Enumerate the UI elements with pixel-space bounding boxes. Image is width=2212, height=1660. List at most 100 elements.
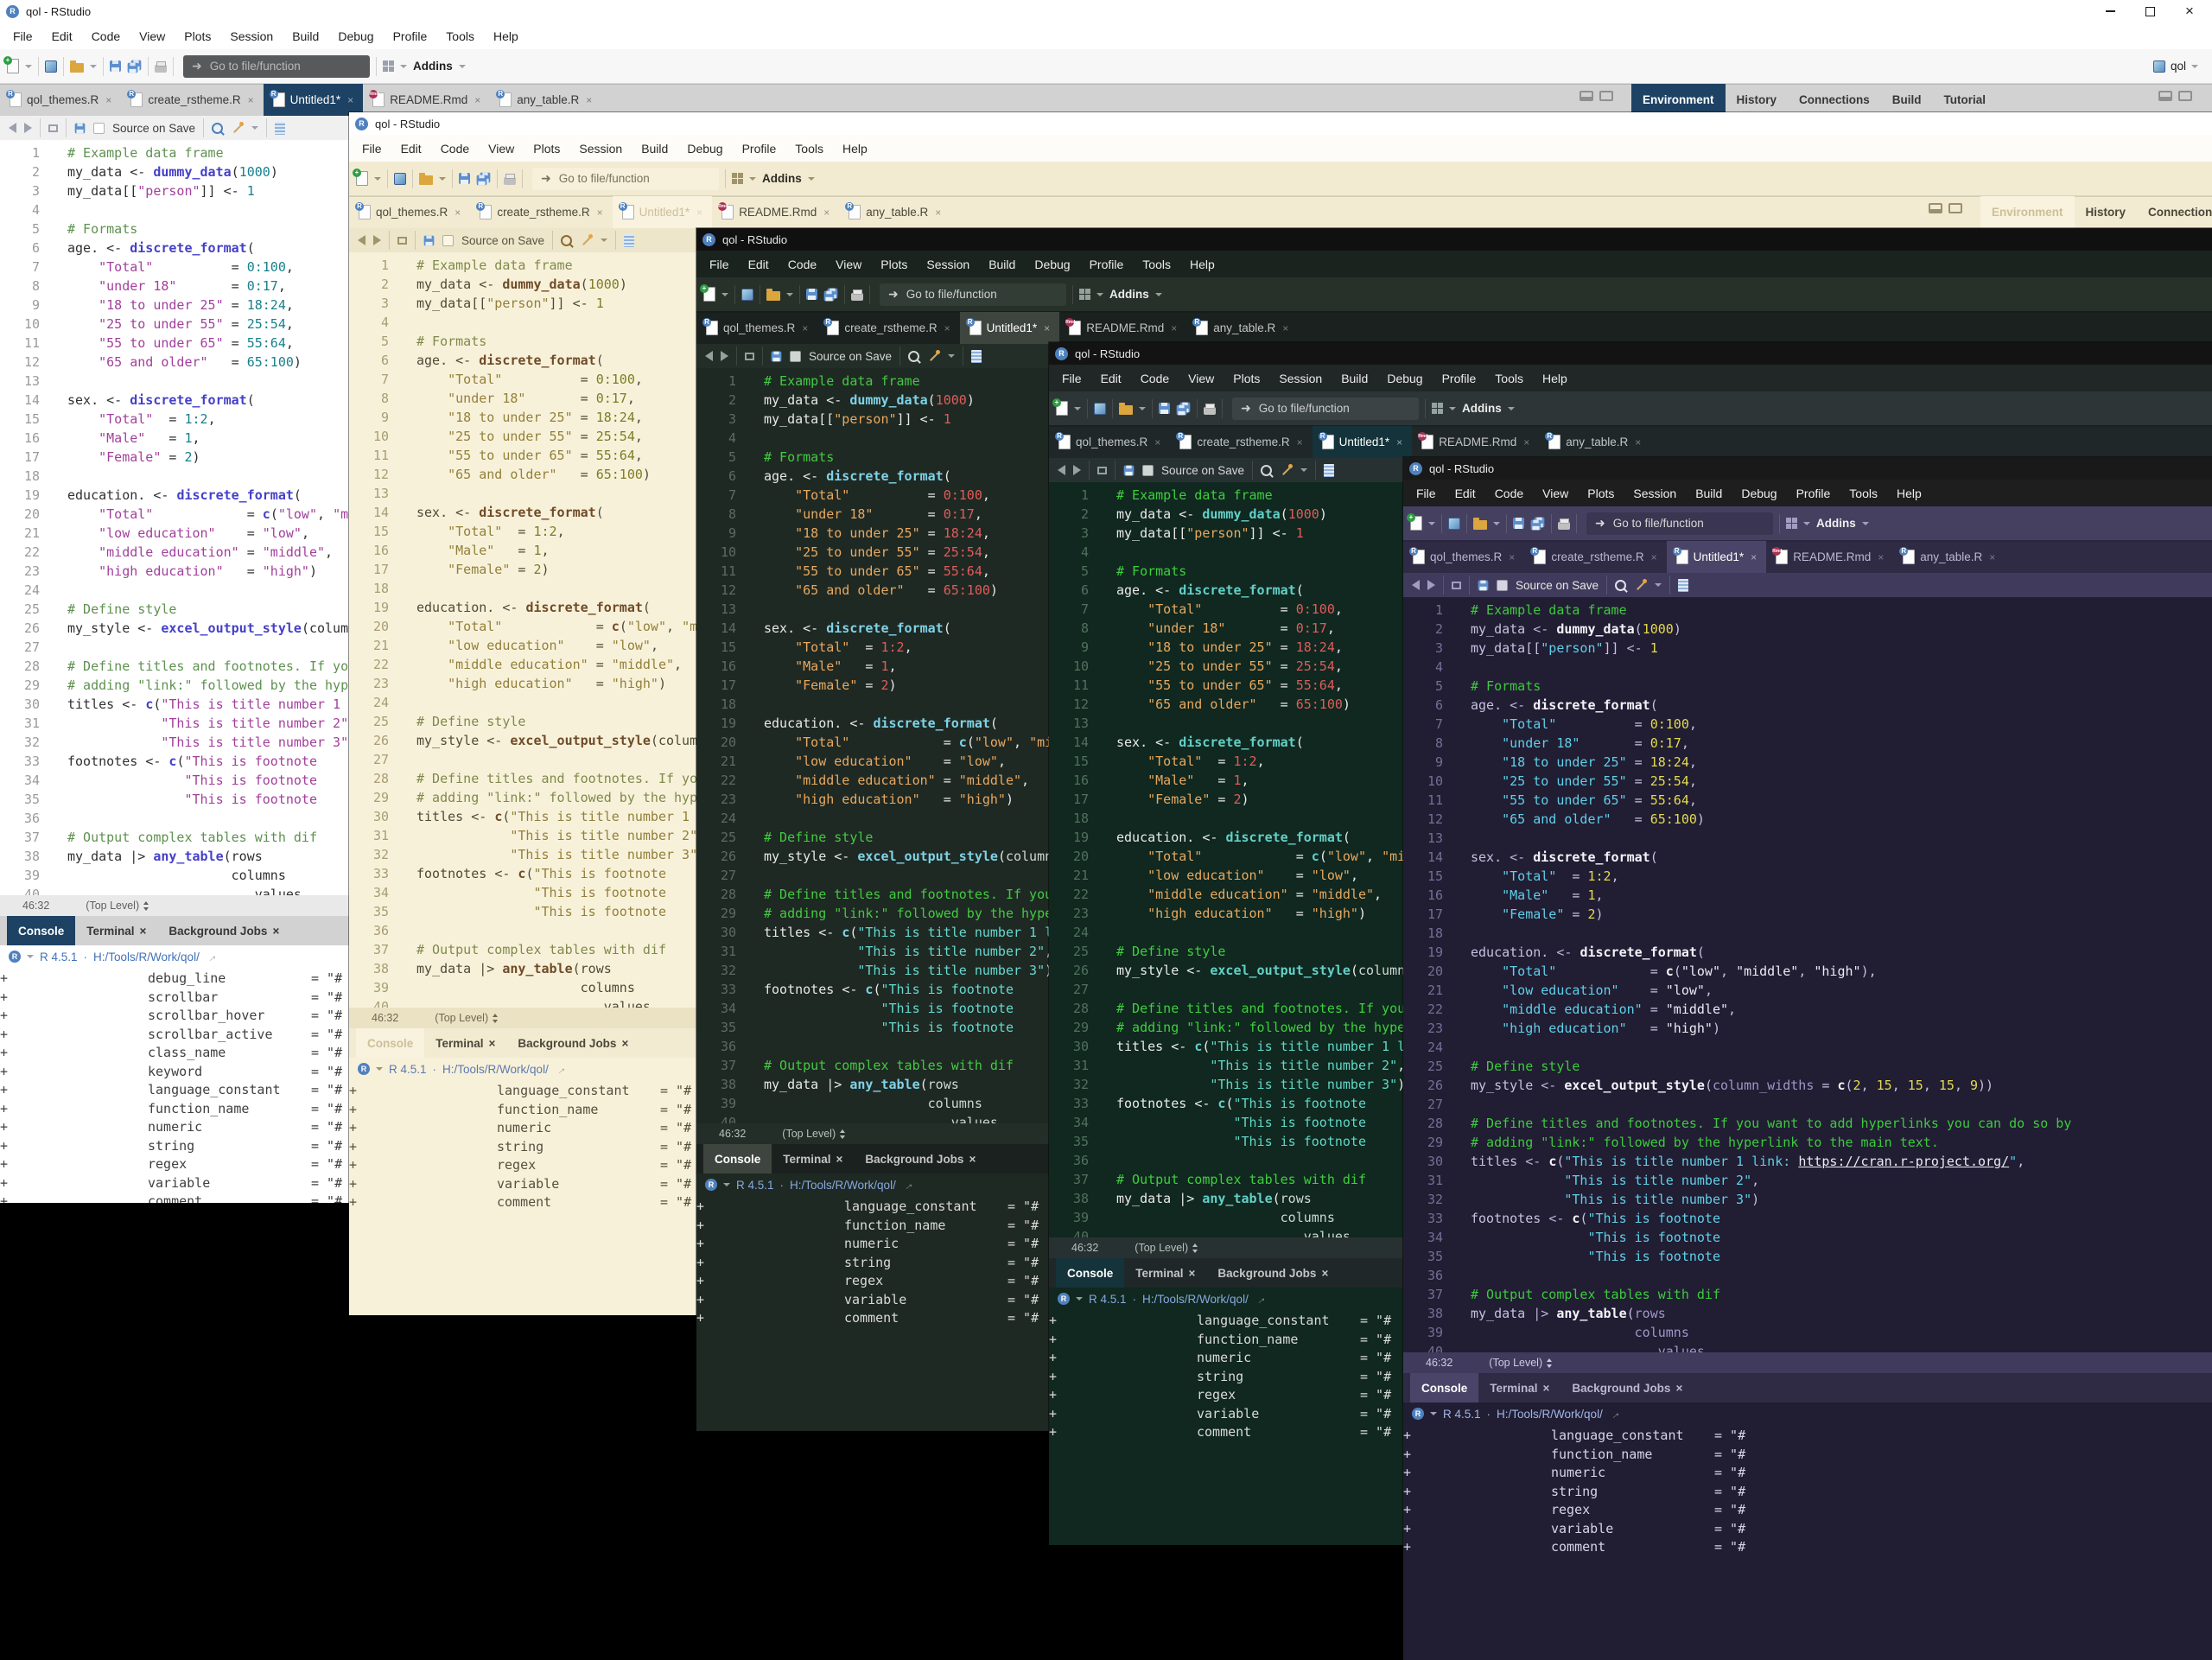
tab-background-jobs[interactable]: Background Jobs× [1206,1258,1339,1288]
new-file-button[interactable]: + [703,287,715,302]
tab-close-icon[interactable]: × [1751,551,1757,563]
addins-button[interactable]: Addins [413,60,453,73]
tab-close-icon[interactable]: × [836,1153,843,1166]
save-button[interactable] [1513,518,1524,529]
menu-item-debug[interactable]: Debug [1025,251,1079,277]
tab-close-icon[interactable]: × [935,207,941,219]
menu-item-edit[interactable]: Edit [391,135,431,162]
menu-item-file[interactable]: File [3,22,42,49]
back-button[interactable] [1412,580,1420,590]
menu-item-view[interactable]: View [1179,365,1224,391]
goto-file-function-input[interactable]: ➜Go to file/function [1586,512,1773,535]
tab-creatersthemer[interactable]: Rcreate_rstheme.R× [1524,541,1666,573]
menu-item-file[interactable]: File [1407,480,1446,506]
tab-environment[interactable]: Environment [1980,196,2075,228]
menu-item-profile[interactable]: Profile [1433,365,1486,391]
show-in-new-window-button[interactable] [1097,467,1107,474]
open-file-button[interactable] [70,63,84,73]
tab-history[interactable]: History [1726,84,1789,116]
addins-button[interactable]: Addins [1462,402,1502,415]
menu-item-help[interactable]: Help [484,22,528,49]
goto-file-function-input[interactable]: ➜Go to file/function [880,283,1066,306]
find-replace-button[interactable] [561,235,572,246]
source-on-save-checkbox[interactable] [1142,465,1154,476]
scope-selector[interactable]: (Top Level) [1489,1357,1553,1369]
addins-button[interactable]: Addins [1109,288,1149,301]
menu-item-tools[interactable]: Tools [1485,365,1533,391]
tab-anytabler[interactable]: Rany_table.R× [1186,312,1298,344]
new-file-button[interactable]: + [1410,516,1422,531]
tab-anytabler[interactable]: Rany_table.R× [839,196,950,228]
tab-close-icon[interactable]: × [1171,322,1177,334]
tab-background-jobs[interactable]: Background Jobs× [157,916,290,945]
tab-close-icon[interactable]: × [1297,436,1303,448]
open-file-button[interactable] [1473,520,1487,530]
menu-item-build[interactable]: Build [1332,365,1377,391]
goto-file-function-input[interactable]: ➜Go to file/function [1232,398,1419,420]
menu-item-profile[interactable]: Profile [733,135,786,162]
pane-maximize-button[interactable] [2178,91,2192,101]
tab-background-jobs[interactable]: Background Jobs× [506,1028,639,1058]
show-in-new-window-button[interactable] [48,124,58,132]
new-file-button[interactable]: + [356,171,368,186]
menu-item-profile[interactable]: Profile [384,22,437,49]
pane-maximize-button[interactable] [1599,91,1613,101]
tab-terminal[interactable]: Terminal× [424,1028,506,1058]
tab-close-icon[interactable]: × [696,207,702,219]
source-on-save-checkbox[interactable] [442,235,454,246]
tab-readmermd[interactable]: RmdREADME.Rmd× [1412,426,1539,458]
show-in-new-window-button[interactable] [397,237,407,245]
tab-console[interactable]: Console [703,1144,772,1173]
tab-close-icon[interactable]: × [1321,1267,1328,1280]
pane-minimize-button[interactable] [2158,91,2172,101]
tab-close-icon[interactable]: × [105,94,111,106]
scope-selector[interactable]: (Top Level) [86,900,149,912]
tab-console[interactable]: Console [356,1028,424,1058]
menu-item-code[interactable]: Code [431,135,479,162]
tab-connections[interactable]: Connections [1788,84,1881,116]
save-source-button[interactable] [1124,465,1135,475]
tab-build[interactable]: Build [1881,84,1933,116]
tab-close-icon[interactable]: × [944,322,950,334]
back-button[interactable] [358,235,365,245]
tab-qolthemesr[interactable]: Rqol_themes.R× [349,196,470,228]
find-replace-button[interactable] [212,123,223,134]
find-replace-button[interactable] [1615,580,1626,591]
tab-close-icon[interactable]: × [1396,436,1402,448]
save-all-button[interactable] [127,60,142,73]
tab-close-icon[interactable]: × [823,207,830,219]
tab-console[interactable]: Console [1056,1258,1124,1288]
forward-button[interactable] [1073,465,1081,475]
tab-close-icon[interactable]: × [1523,436,1529,448]
menu-item-edit[interactable]: Edit [1091,365,1131,391]
print-button[interactable] [851,293,863,301]
tab-creatersthemer[interactable]: Rcreate_rstheme.R× [817,312,959,344]
tab-qolthemesr[interactable]: Rqol_themes.R× [1403,541,1524,573]
menu-item-file[interactable]: File [353,135,391,162]
menu-item-build[interactable]: Build [979,251,1025,277]
code-tools-button[interactable] [1280,464,1293,477]
tab-console[interactable]: Console [1410,1373,1478,1402]
tab-close-icon[interactable]: × [1044,322,1050,334]
menu-item-help[interactable]: Help [1887,480,1931,506]
open-file-button[interactable] [766,291,780,301]
window-titlebar[interactable]: Rqol - RStudio× [1403,457,2212,480]
new-project-button[interactable] [394,173,406,185]
tab-history[interactable]: History [2075,196,2138,228]
tab-close-icon[interactable]: × [597,207,603,219]
menu-item-view[interactable]: View [826,251,871,277]
tab-untitled1[interactable]: RUntitled1*× [1313,426,1413,458]
tab-creatersthemer[interactable]: Rcreate_rstheme.R× [121,84,263,116]
scope-selector[interactable]: (Top Level) [1135,1242,1198,1254]
save-button[interactable] [806,289,817,300]
addins-button[interactable]: Addins [762,172,802,185]
menu-item-tools[interactable]: Tools [436,22,484,49]
tab-untitled1[interactable]: RUntitled1*× [613,196,713,228]
menu-item-help[interactable]: Help [833,135,877,162]
save-all-button[interactable] [823,288,838,302]
find-replace-button[interactable] [1261,465,1272,476]
save-all-button[interactable] [476,172,491,186]
tab-terminal[interactable]: Terminal× [772,1144,854,1173]
menu-item-debug[interactable]: Debug [1732,480,1786,506]
save-source-button[interactable] [75,123,86,133]
